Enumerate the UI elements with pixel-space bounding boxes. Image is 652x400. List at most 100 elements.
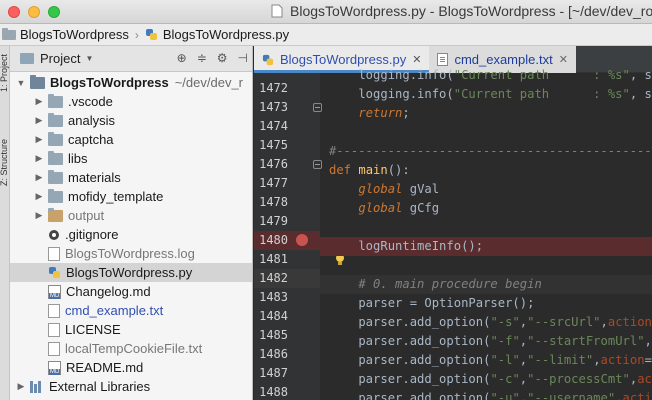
code-line: def main():: [329, 163, 410, 177]
minimize-window-button[interactable]: [28, 6, 40, 18]
window-title: BlogsToWordpress.py - BlogsToWordpress -…: [270, 3, 652, 19]
gear-icon[interactable]: ⚙: [217, 51, 228, 65]
tree-item-label: Changelog.md: [66, 284, 151, 299]
text-file-icon: [437, 53, 449, 66]
tree-item-label: External Libraries: [49, 379, 151, 394]
line-number: 1473: [259, 100, 288, 114]
tree-item[interactable]: ▶ libs: [10, 149, 252, 168]
tree-root[interactable]: ▼ BlogsToWordpress ~/dev/dev_r: [10, 73, 252, 92]
project-view-icon: [20, 53, 34, 64]
expand-arrow-icon[interactable]: ▶: [34, 191, 44, 202]
expand-arrow-icon[interactable]: ▶: [34, 134, 44, 145]
tool-window-strip: 1: Project Z: Structure: [0, 46, 10, 400]
tree-item[interactable]: ▶ analysis: [10, 111, 252, 130]
tree-item-label: localTempCookieFile.txt: [65, 341, 203, 356]
tree-item[interactable]: ▶ output: [10, 206, 252, 225]
breadcrumb-project[interactable]: BlogsToWordpress: [20, 27, 129, 42]
hide-panel-icon[interactable]: ⊣: [238, 51, 248, 65]
line-number: 1481: [259, 252, 288, 266]
tree-item[interactable]: README.md: [10, 358, 252, 377]
code-line: parser.add_option("-u","--username",acti…: [329, 391, 652, 400]
tree-item[interactable]: ▶ .vscode: [10, 92, 252, 111]
navigation-bar: BlogsToWordpress › BlogsToWordpress.py: [0, 24, 652, 46]
tree-item[interactable]: ▶ captcha: [10, 130, 252, 149]
line-number: 1486: [259, 347, 288, 361]
code-line: global gVal: [358, 182, 440, 196]
code-line: return;: [358, 106, 410, 120]
tree-item[interactable]: LICENSE: [10, 320, 252, 339]
line-number: 1484: [259, 309, 288, 323]
line-number: 1479: [259, 214, 288, 228]
close-window-button[interactable]: [8, 6, 20, 18]
folder-icon: [48, 150, 63, 165]
text-file-icon: [48, 322, 60, 337]
tree-item[interactable]: localTempCookieFile.txt: [10, 339, 252, 358]
line-number: 1488: [259, 385, 288, 399]
line-number: 1480: [259, 233, 288, 247]
library-icon: [30, 380, 44, 393]
tree-item-label: README.md: [66, 360, 144, 375]
root-name: BlogsToWordpress: [50, 75, 169, 90]
tree-item[interactable]: BlogsToWordpress.log: [10, 244, 252, 263]
folder-icon: [48, 169, 63, 184]
folder-icon: [2, 27, 16, 40]
target-icon[interactable]: ⊕: [177, 51, 187, 65]
root-path: ~/dev/dev_r: [174, 75, 243, 90]
project-panel: Project ▼ ⊕ ≑ ⚙ ⊣ ▼ BlogsToWordpress ~/d…: [10, 46, 253, 400]
code-line: parser.add_option("-s","--srcUrl",action…: [329, 315, 652, 329]
close-icon[interactable]: ✕: [559, 53, 568, 66]
code-line-breakpoint: logRuntimeInfo();: [320, 237, 652, 256]
tool-tab-structure[interactable]: Z: Structure: [0, 139, 9, 186]
maximize-window-button[interactable]: [48, 6, 60, 18]
python-file-icon: [262, 54, 274, 66]
tree-item-label: cmd_example.txt: [65, 303, 164, 318]
code-line: parser.add_option("-f","--startFromUrl",…: [329, 334, 652, 348]
chevron-down-icon[interactable]: ▼: [85, 54, 93, 63]
code-area[interactable]: logging.info("Current path : %s", sys. l…: [320, 68, 652, 400]
code-line: parser.add_option("-c","--processCmt",ac…: [329, 372, 652, 386]
folder-icon: [48, 188, 63, 203]
close-icon[interactable]: ✕: [412, 53, 421, 66]
tool-tab-project[interactable]: 1: Project: [0, 54, 9, 92]
tree-item[interactable]: Changelog.md: [10, 282, 252, 301]
tree-item-label: mofidy_template: [68, 189, 164, 204]
log-file-icon: [48, 246, 60, 261]
tree-item-label: .vscode: [68, 94, 113, 109]
expand-arrow-icon[interactable]: ▶: [34, 115, 44, 126]
git-file-icon: [48, 229, 60, 241]
line-number: 1476: [259, 157, 288, 171]
tree-item-label: .gitignore: [65, 227, 119, 242]
line-number-gutter[interactable]: 1472 1473 1474 1475 1476 1477 1478 1479 1480 1481…: [254, 73, 344, 400]
code-line-current: # 0. main procedure begin: [320, 275, 652, 294]
tree-item[interactable]: cmd_example.txt: [10, 301, 252, 320]
code-line: logging.info("Current path : %s", sys.: [329, 87, 652, 101]
tree-item[interactable]: .gitignore: [10, 225, 252, 244]
code-line: logging.info("Current path : %s", sys.: [329, 68, 652, 82]
folder-icon: [48, 93, 63, 108]
collapse-all-icon[interactable]: ≑: [197, 51, 207, 65]
expand-arrow-icon[interactable]: ▶: [34, 210, 44, 221]
tree-item-selected[interactable]: BlogsToWordpress.py: [10, 263, 252, 282]
tree-item-external-libraries[interactable]: ▶ External Libraries: [10, 377, 252, 396]
breadcrumb-file[interactable]: BlogsToWordpress.py: [163, 27, 289, 42]
code-line: #---------------------------------------…: [329, 144, 652, 158]
folder-icon: [48, 131, 63, 146]
breadcrumb-separator-icon: ›: [134, 27, 139, 42]
line-number: 1482: [259, 271, 288, 285]
breakpoint-icon[interactable]: [296, 234, 308, 246]
expand-arrow-icon[interactable]: ▼: [16, 78, 26, 88]
tree-item[interactable]: ▶ materials: [10, 168, 252, 187]
expand-arrow-icon[interactable]: ▶: [34, 172, 44, 183]
tree-item[interactable]: ▶ mofidy_template: [10, 187, 252, 206]
project-view-selector[interactable]: Project: [40, 51, 80, 66]
line-number: 1477: [259, 176, 288, 190]
project-panel-header: Project ▼ ⊕ ≑ ⚙ ⊣: [10, 46, 252, 72]
tree-item-label: output: [68, 208, 105, 223]
expand-arrow-icon[interactable]: ▶: [34, 153, 44, 164]
markdown-file-icon: [48, 360, 61, 375]
expand-arrow-icon[interactable]: ▶: [16, 381, 26, 392]
expand-arrow-icon[interactable]: ▶: [34, 96, 44, 107]
python-file-icon: [145, 28, 158, 41]
window-title-text: BlogsToWordpress.py - BlogsToWordpress -…: [290, 3, 652, 19]
